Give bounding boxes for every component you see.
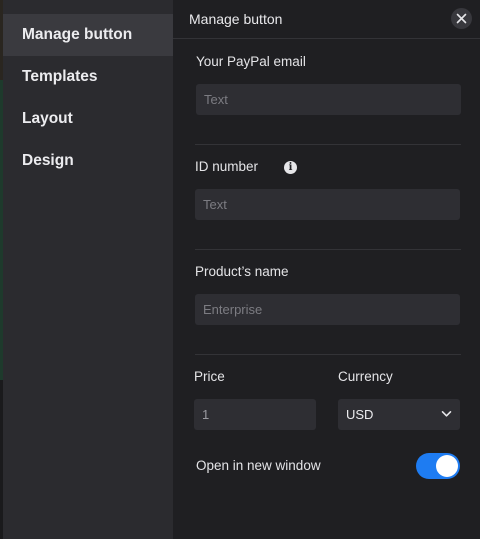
toggle-knob [436,455,458,477]
settings-panel: Manage button Your PayPal email ID numbe… [173,0,480,539]
product-name-label: Product’s name [195,264,289,279]
info-icon[interactable]: i [284,161,297,174]
sidebar-item-layout[interactable]: Layout [3,98,173,140]
price-input[interactable] [194,399,316,430]
close-icon [456,13,467,24]
price-label: Price [194,369,225,384]
product-name-input[interactable] [195,294,460,325]
currency-select[interactable]: USD [338,399,460,430]
currency-label: Currency [338,369,393,384]
open-new-window-label: Open in new window [196,458,321,473]
open-new-window-toggle[interactable] [416,453,460,479]
id-number-label: ID number [195,159,259,174]
sidebar-item-design[interactable]: Design [3,140,173,182]
chevron-down-icon [441,411,452,417]
sidebar: Manage button Templates Layout Design [3,0,173,539]
id-number-input[interactable] [195,189,460,220]
paypal-email-label: Your PayPal email [196,54,306,69]
panel-header: Manage button [173,0,480,39]
divider [195,249,461,250]
divider [195,144,461,145]
paypal-email-input[interactable] [196,84,461,115]
sidebar-item-manage-button[interactable]: Manage button [3,14,173,56]
close-button[interactable] [451,8,472,29]
divider [195,354,461,355]
panel-title: Manage button [189,11,283,27]
currency-value: USD [346,407,374,422]
sidebar-item-templates[interactable]: Templates [3,56,173,98]
